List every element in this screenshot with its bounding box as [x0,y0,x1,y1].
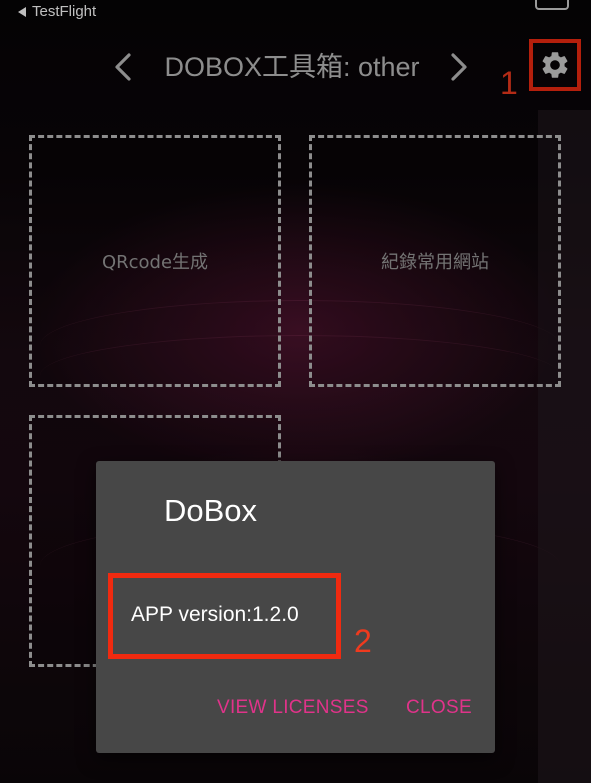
about-dialog: DoBox APP version:1.2.0 VIEW LICENSES CL… [96,461,495,753]
app-screen: TestFlight DOBOX工具箱: other 1 QRcode生成 紀錄… [0,0,591,783]
view-licenses-button[interactable]: VIEW LICENSES [217,695,369,721]
annotation-marker-2: 2 [354,623,372,659]
dialog-title: DoBox [164,493,258,528]
close-button[interactable]: CLOSE [406,695,472,721]
app-version-text: APP version:1.2.0 [131,603,299,626]
